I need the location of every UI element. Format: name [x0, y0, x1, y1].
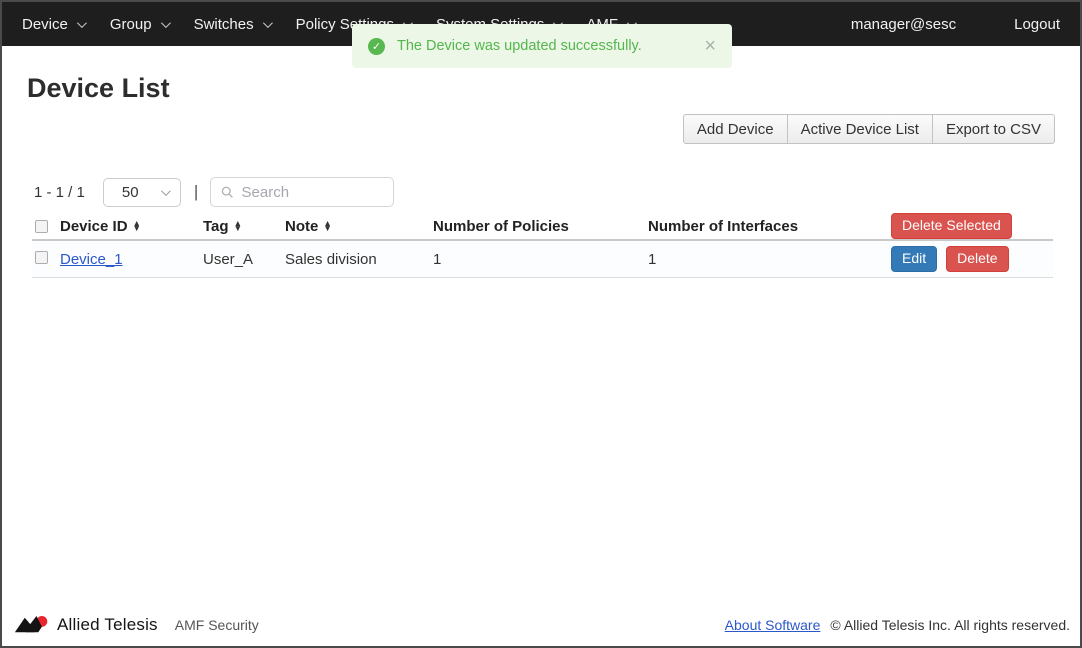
cell-note: Sales division: [285, 250, 377, 268]
allied-telesis-logo: [14, 616, 48, 633]
list-controls: 1 - 1 / 1 50 |: [34, 177, 395, 207]
amf-security-app: { "navbar": { "items": [ { "label": "Dev…: [0, 0, 1082, 648]
search-box: [210, 177, 395, 207]
success-check-icon: ✓: [368, 37, 385, 55]
column-header-note[interactable]: Note ▲ ▼: [285, 218, 433, 235]
cell-num-interfaces: 1: [648, 250, 657, 268]
sort-icon[interactable]: ▲ ▼: [323, 218, 331, 232]
column-header-device-id[interactable]: Device ID ▲ ▼: [60, 218, 203, 235]
pagination-range: 1 - 1 / 1: [34, 183, 85, 201]
brand-name: Allied Telesis: [57, 615, 158, 634]
page-size-value: 50: [121, 183, 139, 201]
page-title: Device List: [27, 73, 170, 103]
chevron-down-icon: [160, 185, 171, 196]
chevron-down-icon: [262, 17, 273, 28]
nav-menu-switches[interactable]: Switches: [193, 15, 273, 33]
search-input[interactable]: [241, 183, 384, 201]
cell-tag: User_A: [203, 250, 254, 268]
page-size-select[interactable]: 50: [102, 177, 181, 207]
search-icon: [222, 186, 234, 198]
table-header-row: Device ID ▲ ▼ Tag ▲ ▼ Note ▲ ▼ Number of Po…: [32, 213, 1053, 241]
logged-in-user: manager@sesc: [850, 15, 957, 33]
toast-message: The Device was updated successfully.: [397, 38, 642, 54]
success-toast: ✓ The Device was updated successfully. ×: [352, 24, 732, 68]
product-name: AMF Security: [174, 617, 259, 633]
add-device-button[interactable]: Add Device: [682, 114, 788, 144]
brand: Allied Telesis AMF Security: [14, 614, 259, 636]
table-row: Device_1 User_A Sales division 1 1 Edit …: [32, 241, 1053, 278]
column-header-tag[interactable]: Tag ▲ ▼: [203, 218, 285, 235]
close-icon[interactable]: ×: [704, 36, 716, 56]
cell-num-policies: 1: [433, 250, 442, 268]
select-all-checkbox[interactable]: [35, 219, 48, 233]
chevron-down-icon: [76, 17, 87, 28]
active-device-list-button[interactable]: Active Device List: [786, 114, 933, 144]
controls-separator: |: [193, 182, 199, 201]
column-header-interfaces: Number of Interfaces: [648, 217, 799, 235]
export-csv-button[interactable]: Export to CSV: [931, 114, 1055, 144]
logout-button[interactable]: Logout: [1014, 16, 1060, 33]
edit-button[interactable]: Edit: [891, 246, 938, 272]
about-software-link[interactable]: About Software: [725, 617, 821, 633]
nav-menu-label: Group: [109, 15, 152, 33]
row-checkbox[interactable]: [35, 250, 48, 264]
toolbar: Add Device Active Device List Export to …: [682, 114, 1055, 144]
delete-button[interactable]: Delete: [946, 246, 1009, 272]
nav-menu-label: Switches: [193, 15, 254, 33]
column-header-policies: Number of Policies: [433, 217, 569, 235]
sort-icon[interactable]: ▲ ▼: [234, 218, 242, 232]
nav-menu-device[interactable]: Device: [22, 15, 87, 33]
nav-menu-group[interactable]: Group: [109, 15, 171, 33]
device-id-link[interactable]: Device_1: [60, 251, 123, 268]
copyright-text: © Allied Telesis Inc. All rights reserve…: [830, 617, 1070, 633]
chevron-down-icon: [160, 17, 171, 28]
nav-menu-label: Device: [22, 15, 68, 33]
device-table: Device ID ▲ ▼ Tag ▲ ▼ Note ▲ ▼ Number of Po…: [32, 213, 1053, 278]
footer: Allied Telesis AMF Security About Softwa…: [2, 608, 1080, 646]
sort-icon[interactable]: ▲ ▼: [133, 218, 141, 232]
delete-selected-button[interactable]: Delete Selected: [891, 213, 1012, 239]
